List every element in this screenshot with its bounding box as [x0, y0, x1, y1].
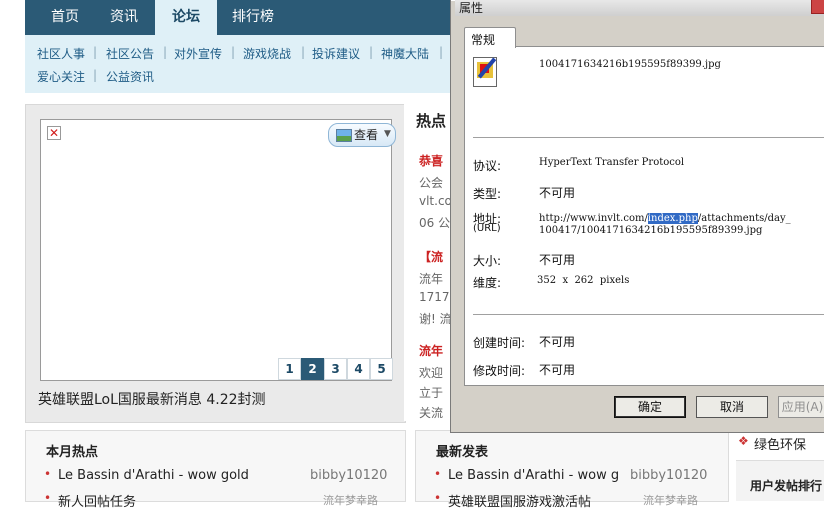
file-name: 1004171634216b195595f89399.jpg	[539, 59, 721, 70]
divider	[473, 137, 824, 139]
broken-image-icon: ✕	[47, 126, 61, 140]
hot-topic-text: 关流	[419, 406, 444, 420]
protocol-label: 协议:	[473, 159, 502, 173]
hot-topics-panel: 热点 恭喜 公会 vlt.co 06 公 【流 流年 1717 谢! 流 流年 …	[404, 104, 450, 421]
bullet-icon: •	[44, 467, 52, 481]
main-nav: 首页 资讯 论坛 排行榜	[25, 0, 455, 35]
image-file-icon	[473, 57, 497, 87]
picture-icon	[336, 129, 352, 142]
properties-dialog: 属性 常规 1004171634216b195595f89399.jpg 协议:…	[450, 0, 824, 433]
type-value: 不可用	[539, 186, 576, 200]
featured-caption[interactable]: 英雄联盟LoL国服最新消息 4.22封测	[38, 389, 266, 409]
hot-topic-text: 欢迎	[419, 366, 444, 380]
latest-posts-panel: 最新发表 • Le Bassin d'Arathi - wow g bibby1…	[415, 430, 729, 510]
topic-link[interactable]: 新人回帖任务	[58, 491, 136, 510]
subnav-link[interactable]: 投诉建议	[312, 45, 360, 62]
created-label: 创建时间:	[473, 336, 526, 350]
subnav-separator: |	[93, 45, 98, 59]
address-sub-label: (URL)	[473, 223, 501, 234]
side-panel: ❖ 绿色环保 用户发帖排行	[736, 430, 824, 501]
topic-author[interactable]: bibby10120	[310, 468, 387, 483]
ranking-title: 用户发帖排行	[750, 479, 823, 493]
topic-author[interactable]: bibby10120	[630, 468, 707, 483]
ranking-header: 用户发帖排行	[736, 460, 824, 501]
hot-topic-text: 流年	[419, 272, 444, 286]
subnav-link[interactable]: 公益资讯	[106, 68, 154, 85]
ok-button[interactable]: 确定	[614, 396, 686, 418]
topic-author[interactable]: 流年梦幸路	[323, 492, 378, 508]
nav-tab-home[interactable]: 首页	[39, 0, 91, 35]
hot-topic-heading[interactable]: 【流	[419, 248, 443, 265]
apply-button[interactable]: 应用(A)	[778, 396, 824, 418]
page-button-3[interactable]: 3	[324, 358, 347, 380]
nav-tab-forum[interactable]: 论坛	[155, 0, 217, 35]
subnav-link[interactable]: 神魔大陆	[381, 45, 429, 62]
tab-general[interactable]: 常规	[464, 27, 516, 48]
subnav-separator: |	[93, 68, 98, 82]
dialog-title: 属性	[459, 1, 484, 15]
hot-topic-heading[interactable]: 恭喜	[419, 152, 443, 169]
close-icon[interactable]	[811, 0, 824, 14]
featured-image[interactable]: ✕ 查看 ▼ 1 2 3 4 5	[40, 119, 396, 381]
topic-link[interactable]: Le Bassin d'Arathi - wow gold	[58, 468, 249, 483]
hot-topic-text: 公会	[419, 176, 444, 190]
bullet-icon: •	[434, 467, 442, 481]
subnav-separator: |	[439, 45, 444, 59]
modified-value: 不可用	[539, 363, 576, 377]
hot-topic-text: 1717	[419, 290, 450, 304]
protocol-value: HyperText Transfer Protocol	[539, 157, 685, 168]
cancel-button[interactable]: 取消	[696, 396, 768, 418]
monthly-hot-title: 本月热点	[46, 445, 99, 460]
subnav-link[interactable]: 社区公告	[106, 45, 154, 62]
topic-link[interactable]: 英雄联盟国服游戏激活帖	[448, 491, 591, 510]
green-link[interactable]: 绿色环保	[754, 434, 806, 453]
size-value: 不可用	[539, 253, 576, 267]
subnav-separator: |	[163, 45, 168, 59]
url-value-line2[interactable]: 100417/1004171634216b195595f89399.jpg	[539, 225, 762, 236]
size-label: 大小:	[473, 254, 502, 268]
view-button[interactable]: 查看 ▼	[328, 123, 396, 147]
latest-posts-title: 最新发表	[436, 445, 489, 460]
monthly-hot-panel: 本月热点 • Le Bassin d'Arathi - wow gold bib…	[25, 430, 406, 510]
hot-topics-title: 热点	[416, 112, 447, 130]
selected-text: index.php	[647, 213, 698, 224]
forum-subnav: 社区人事 | 社区公告 | 对外宣传 | 游戏烧战 | 投诉建议 | 神魔大陆 …	[25, 35, 455, 93]
dialog-titlebar[interactable]: 属性	[455, 0, 824, 16]
created-value: 不可用	[539, 335, 576, 349]
hot-topic-text: vlt.co	[419, 194, 450, 208]
subnav-link[interactable]: 爱心关注	[37, 68, 85, 85]
subnav-separator: |	[301, 45, 306, 59]
divider	[473, 314, 824, 316]
view-button-label: 查看	[354, 128, 379, 142]
modified-label: 修改时间:	[473, 364, 526, 378]
tab-general-label: 常规	[471, 33, 496, 47]
bullet-icon: •	[434, 491, 442, 505]
dimensions-value: 352 x 262 pixels	[537, 275, 630, 286]
topic-author[interactable]: 流年梦幸路	[643, 492, 698, 508]
type-label: 类型:	[473, 187, 502, 201]
nav-tab-ranking[interactable]: 排行榜	[223, 0, 283, 35]
hot-topic-text: 立于	[419, 386, 444, 400]
page-button-1[interactable]: 1	[278, 358, 301, 380]
hot-topic-text: 06 公	[419, 216, 450, 230]
page-button-5[interactable]: 5	[370, 358, 393, 380]
dimensions-label: 维度:	[473, 276, 502, 290]
dropdown-arrow-icon: ▼	[384, 129, 391, 139]
subnav-separator: |	[231, 45, 236, 59]
hot-topic-text: 谢! 流	[419, 312, 450, 326]
featured-slideshow: ✕ 查看 ▼ 1 2 3 4 5 英雄联盟LoL国服最新消息 4.22封测	[25, 104, 406, 423]
subnav-separator: |	[369, 45, 374, 59]
subnav-link[interactable]: 对外宣传	[174, 45, 222, 62]
bullet-icon: •	[44, 491, 52, 505]
subnav-link[interactable]: 社区人事	[37, 45, 85, 62]
page-button-2[interactable]: 2	[301, 358, 324, 380]
url-value[interactable]: http://www.invlt.com/index.php/attachmen…	[539, 213, 791, 224]
page-button-4[interactable]: 4	[347, 358, 370, 380]
hot-topic-heading[interactable]: 流年	[419, 342, 443, 359]
subnav-link[interactable]: 游戏烧战	[243, 45, 291, 62]
nav-tab-news[interactable]: 资讯	[97, 0, 151, 35]
topic-link[interactable]: Le Bassin d'Arathi - wow g	[448, 468, 619, 483]
leaf-icon: ❖	[738, 434, 749, 448]
